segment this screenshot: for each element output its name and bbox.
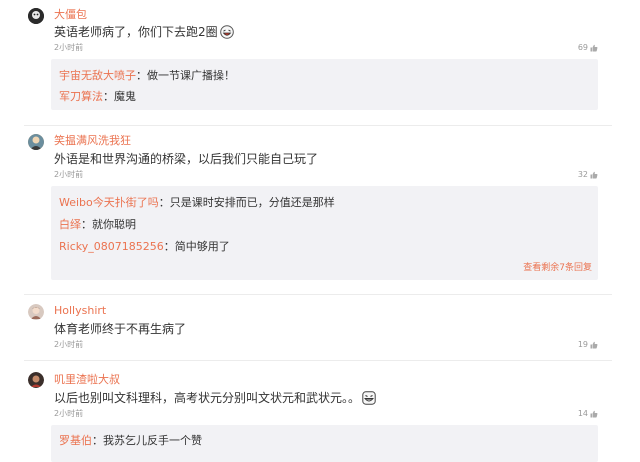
reply-list: 宇宙无敌大喷子：做一节课广播操！ 军刀算法：魔鬼	[51, 59, 598, 110]
like-button[interactable]: 69	[578, 43, 598, 53]
comment-text: 以后也别叫文科理科，高考状元分别叫文状元和武状元。。	[54, 390, 376, 409]
thumbs-up-icon	[590, 44, 598, 52]
comment-username[interactable]: 大僵包	[54, 8, 87, 22]
reply-item: Weibo今天扑街了吗：只是课时安排而已，分值还是那样	[59, 196, 335, 210]
reply-text: ：我苏乞儿反手一个赞	[92, 434, 202, 447]
reply-item: 军刀算法：魔鬼	[59, 90, 136, 104]
reply-item: 白绎：就你聪明	[59, 218, 136, 232]
comment-text-body: 以后也别叫文科理科，高考状元分别叫文状元和武状元。。	[54, 391, 361, 405]
comment-time: 2小时前	[54, 409, 84, 418]
like-button[interactable]: 19	[578, 340, 598, 350]
divider	[24, 360, 612, 361]
like-count: 32	[577, 170, 588, 179]
comment-text: 外语是和世界沟通的桥梁，以后我们只能自己玩了	[54, 152, 319, 166]
reply-username[interactable]: 军刀算法	[59, 90, 103, 103]
laughing-face-icon	[219, 25, 234, 43]
reply-username[interactable]: Ricky_0807185256	[59, 240, 164, 253]
reply-text: ：只是课时安排而已，分值还是那样	[158, 196, 335, 209]
comment-text: 英语老师病了，你们下去跑2圈	[54, 24, 234, 43]
comment-time: 2小时前	[54, 43, 84, 52]
divider	[24, 125, 612, 126]
reply-item: 罗基伯：我苏乞儿反手一个赞	[59, 434, 202, 448]
reply-username[interactable]: 白绎	[59, 218, 81, 231]
reply-username[interactable]: 罗基伯	[59, 434, 92, 447]
comment-username[interactable]: 笑揾满风洗我狂	[54, 134, 131, 148]
reply-text: ：就你聪明	[81, 218, 136, 231]
thumbs-up-icon	[590, 171, 598, 179]
reply-item: 宇宙无敌大喷子：做一节课广播操！	[59, 69, 235, 83]
reply-list: Weibo今天扑街了吗：只是课时安排而已，分值还是那样 白绎：就你聪明 Rick…	[51, 186, 598, 280]
comment-time: 2小时前	[54, 340, 84, 349]
divider	[24, 294, 612, 295]
reply-username[interactable]: Weibo今天扑街了吗	[59, 196, 159, 209]
comment-time: 2小时前	[54, 170, 84, 179]
comment-text: 体育老师终于不再生病了	[54, 322, 187, 336]
like-count: 69	[577, 43, 588, 52]
comment-username[interactable]: Hollyshirt	[54, 304, 106, 318]
avatar[interactable]	[28, 134, 44, 150]
reply-username[interactable]: 宇宙无敌大喷子	[59, 69, 136, 82]
reply-text: ：做一节课广播操！	[136, 69, 235, 82]
like-button[interactable]: 32	[578, 170, 598, 180]
thumbs-up-icon	[590, 341, 598, 349]
avatar[interactable]	[28, 372, 44, 388]
like-count: 19	[577, 340, 588, 349]
reply-list: 罗基伯：我苏乞儿反手一个赞	[51, 425, 598, 462]
comment-username[interactable]: 叽里渣啦大叔	[54, 373, 120, 387]
reply-text: ：魔鬼	[103, 90, 136, 103]
avatar[interactable]	[28, 8, 44, 24]
view-more-replies-link[interactable]: 查看剩余7条回复	[523, 262, 592, 274]
reply-text: ：简中够用了	[163, 240, 230, 253]
like-button[interactable]: 14	[578, 409, 598, 419]
reply-item: Ricky_0807185256：简中够用了	[59, 240, 230, 254]
thumbs-up-icon	[590, 410, 598, 418]
grinning-face-icon	[362, 391, 376, 409]
comment-text-body: 英语老师病了，你们下去跑2圈	[54, 25, 218, 39]
like-count: 14	[577, 409, 588, 418]
avatar[interactable]	[28, 304, 44, 320]
